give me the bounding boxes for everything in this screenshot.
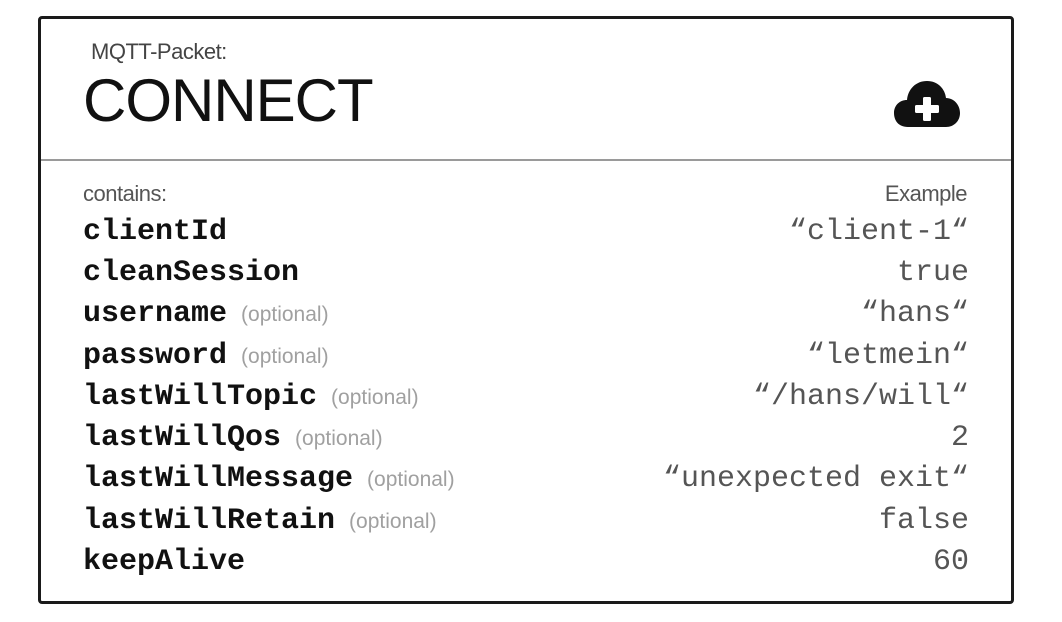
cloud-plus-icon <box>894 81 960 127</box>
optional-tag: (optional) <box>367 468 455 492</box>
field-row-lastwillmessage: lastWillMessage (optional) “unexpected e… <box>83 459 969 500</box>
packet-title: CONNECT <box>83 67 374 134</box>
field-row-password: password (optional) “letmein“ <box>83 335 969 376</box>
packet-header: MQTT-Packet: CONNECT <box>41 19 1011 161</box>
field-name: username <box>83 297 228 332</box>
field-row-cleansession: cleanSession true <box>83 252 969 293</box>
field-example: “letmein“ <box>806 338 969 373</box>
optional-tag: (optional) <box>349 509 437 533</box>
field-name: lastWillRetain <box>83 503 336 538</box>
field-name: cleanSession <box>83 255 300 290</box>
optional-tag: (optional) <box>331 385 419 409</box>
contains-label: contains: <box>83 181 167 206</box>
field-example: “unexpected exit“ <box>662 462 969 497</box>
optional-tag: (optional) <box>241 344 329 368</box>
optional-tag: (optional) <box>241 303 329 327</box>
field-example: 60 <box>932 545 969 580</box>
field-name: lastWillQos <box>83 421 282 456</box>
field-example: “hans“ <box>860 297 969 332</box>
field-name: password <box>83 338 228 373</box>
field-row-lastwilltopic: lastWillTopic (optional) “/hans/will“ <box>83 376 969 417</box>
field-name: lastWillMessage <box>83 462 354 497</box>
field-name: clientId <box>83 214 228 249</box>
field-example: 2 <box>950 421 969 456</box>
packet-label: MQTT-Packet: <box>91 39 227 64</box>
optional-tag: (optional) <box>295 427 383 451</box>
field-row-clientid: clientId “client-1“ <box>83 211 969 252</box>
field-example: “/hans/will“ <box>752 379 969 414</box>
field-row-lastwillqos: lastWillQos (optional) 2 <box>83 417 969 458</box>
field-example: false <box>878 503 969 538</box>
packet-card: MQTT-Packet: CONNECT contains: Example c… <box>38 16 1014 604</box>
field-row-username: username (optional) “hans“ <box>83 294 969 335</box>
example-label: Example <box>884 181 968 206</box>
field-example: “client-1“ <box>788 214 969 249</box>
field-name: lastWillTopic <box>83 379 318 414</box>
field-example: true <box>896 255 969 290</box>
field-row-keepalive: keepAlive 60 <box>83 541 969 582</box>
packet-fields-section: contains: Example clientId “client-1“ cl… <box>41 161 1011 601</box>
field-row-lastwillretain: lastWillRetain (optional) false <box>83 500 969 541</box>
field-name: keepAlive <box>83 545 246 580</box>
field-list: clientId “client-1“ cleanSession true us… <box>83 211 969 583</box>
